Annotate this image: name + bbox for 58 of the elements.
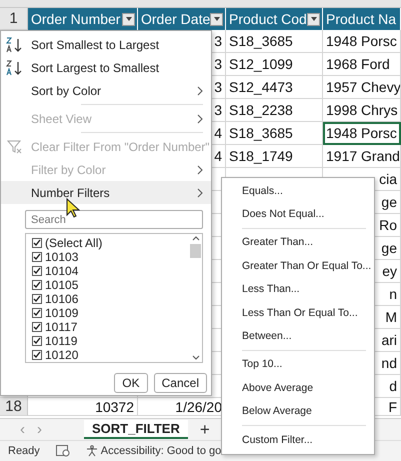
accessibility-status[interactable]: Accessibility: Good to go — [100, 445, 222, 457]
cancel-button[interactable]: Cancel — [154, 373, 207, 393]
checkbox[interactable] — [32, 280, 42, 290]
search-field[interactable]: Search — [25, 210, 203, 229]
macro-recorder-icon[interactable] — [56, 445, 70, 457]
new-sheet-button[interactable]: + — [200, 420, 210, 440]
checkbox-label[interactable]: 10106 — [45, 292, 78, 306]
table-cell: 1948 Porsc — [323, 122, 401, 145]
header-text: Product Na — [326, 11, 396, 27]
checkbox[interactable] — [32, 238, 42, 248]
table-cell: S18_3685 — [226, 30, 323, 53]
checkbox-label[interactable]: 10105 — [45, 278, 78, 292]
table-cell: 10372 — [28, 398, 138, 416]
table-cell: S18_3685 — [226, 122, 323, 145]
chevron-right-icon — [197, 188, 203, 198]
scrollbar-thumb[interactable] — [190, 244, 201, 258]
checkbox[interactable] — [32, 266, 42, 276]
chevron-right-icon — [197, 164, 203, 174]
checkbox-label[interactable]: 10109 — [45, 306, 78, 320]
row-number: 1 — [0, 8, 28, 30]
mouse-pointer-icon — [66, 198, 80, 218]
chevron-right-icon — [197, 86, 203, 96]
table-cell: 1998 Chrys — [323, 99, 401, 122]
checkbox[interactable] — [32, 308, 42, 318]
table-cell: S12_1099 — [226, 53, 323, 76]
table-cell: S12_4473 — [226, 76, 323, 99]
table-cell: 1948 Porsc — [323, 30, 401, 53]
header-text: Order Date — [141, 11, 210, 27]
accessibility-icon[interactable] — [86, 445, 98, 457]
sheet-tab[interactable]: SORT_FILTER — [84, 420, 188, 439]
filter-dropdown-button[interactable] — [210, 12, 224, 26]
checkbox-label[interactable]: (Select All) — [45, 236, 102, 250]
table-cell: S18_1749 — [226, 145, 323, 168]
row-number: 18 — [0, 398, 28, 416]
clear-filter-icon — [7, 138, 23, 154]
checkbox-label[interactable]: 10104 — [45, 264, 78, 278]
scroll-down-icon[interactable] — [192, 355, 200, 360]
checkbox[interactable] — [32, 350, 42, 360]
checkbox-label[interactable]: 10120 — [45, 348, 78, 362]
table-cell: S18_2238 — [226, 99, 323, 122]
checkbox-label[interactable]: 10103 — [45, 250, 78, 264]
menu-item[interactable]: Number Filters — [1, 181, 211, 204]
filter-dropdown-button[interactable] — [122, 12, 135, 26]
status-text: Ready — [8, 445, 40, 457]
table-cell: 1917 Grand — [323, 145, 401, 168]
scroll-up-icon[interactable] — [192, 236, 200, 241]
ok-button[interactable]: OK — [114, 373, 148, 393]
checkbox-label[interactable]: 10119 — [45, 334, 78, 348]
chevron-right-icon — [197, 114, 203, 124]
header-text: Product Cod — [229, 11, 307, 27]
checkbox[interactable] — [32, 336, 42, 346]
table-cell: 1968 Ford — [323, 53, 401, 76]
checkbox[interactable] — [32, 322, 42, 332]
filter-dropdown-button[interactable] — [307, 12, 320, 26]
checkbox-label[interactable]: 10117 — [45, 320, 78, 334]
checkbox[interactable] — [32, 252, 42, 262]
header-text: Order Number — [31, 11, 120, 27]
checkbox[interactable] — [32, 294, 42, 304]
